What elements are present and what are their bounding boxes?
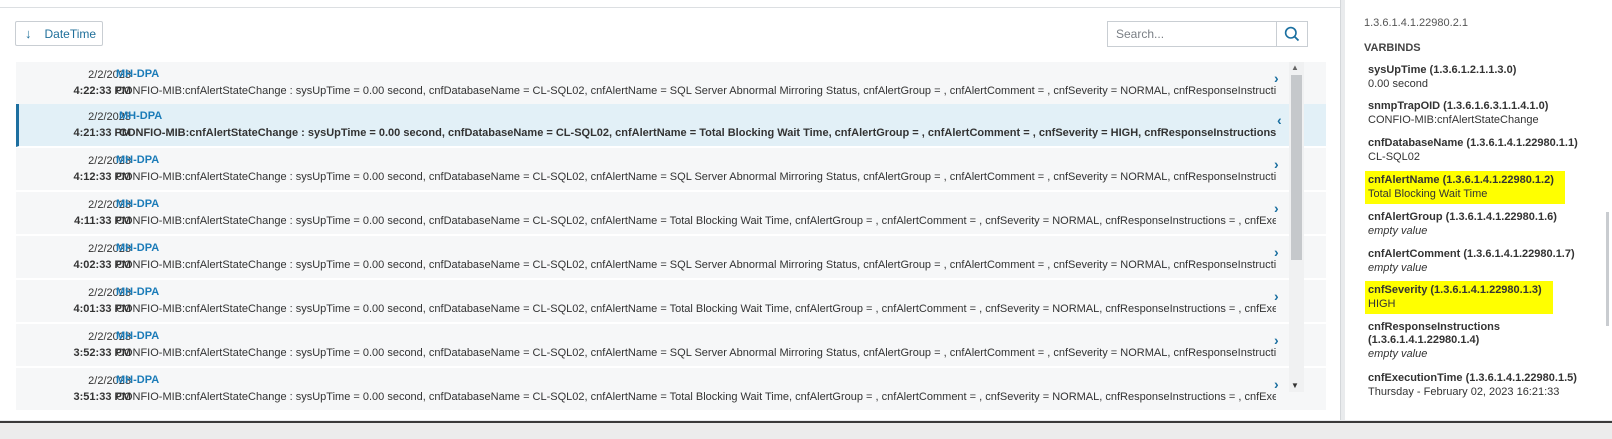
- varbind-name: cnfExecutionTime (1.3.6.1.4.1.22980.1.5): [1368, 372, 1577, 384]
- row-source-link[interactable]: MH-DPA: [116, 286, 159, 298]
- row-message: CONFIO-MIB:cnfAlertStateChange : sysUpTi…: [116, 391, 1276, 403]
- search-input[interactable]: [1108, 22, 1276, 46]
- table-row[interactable]: 2/2/2023 4:02:33 PM MH-DPA CONFIO-MIB:cnfAl…: [16, 236, 1326, 279]
- chevron-right-icon[interactable]: ›: [1274, 70, 1279, 86]
- bottom-edge: [0, 421, 1612, 439]
- row-message: CONFIO-MIB:cnfAlertStateChange : sysUpTi…: [116, 259, 1276, 271]
- row-source-link[interactable]: MH-DPA: [116, 68, 159, 80]
- row-message: CONFIO-MIB:cnfAlertStateChange : sysUpTi…: [116, 303, 1276, 315]
- varbind-name: snmpTrapOID (1.3.6.1.6.3.1.1.4.1.0): [1368, 100, 1549, 112]
- varbind-name: cnfDatabaseName (1.3.6.1.4.1.22980.1.1): [1368, 137, 1578, 149]
- varbind-item: cnfResponseInstructions (1.3.6.1.4.1.229…: [1368, 321, 1528, 361]
- search-button[interactable]: [1276, 22, 1307, 46]
- varbind-value: empty value: [1368, 262, 1428, 274]
- varbind-name: cnfAlertName (1.3.6.1.4.1.22980.1.2): [1368, 174, 1554, 186]
- chevron-right-icon[interactable]: ›: [1274, 332, 1279, 348]
- arrow-down-icon: ↓: [25, 26, 32, 41]
- varbind-name: cnfResponseInstructions (1.3.6.1.4.1.229…: [1368, 321, 1501, 346]
- trap-list: 2/2/2023 4:22:33 PM MH-DPA CONFIO-MIB:cnfAl…: [16, 62, 1326, 410]
- scrollbar-thumb[interactable]: [1291, 75, 1302, 260]
- row-source-link[interactable]: MH-DPA: [116, 374, 159, 386]
- sort-datetime-button[interactable]: ↓ DateTime: [15, 21, 103, 46]
- row-source-link[interactable]: MH-DPA: [116, 330, 159, 342]
- varbind-item: cnfAlertComment (1.3.6.1.4.1.22980.1.7) e…: [1368, 248, 1575, 275]
- trap-details-panel: 1.3.6.1.4.1.22980.2.1 VARBINDS sysUpTime…: [1345, 0, 1612, 420]
- table-row[interactable]: 2/2/2023 4:01:33 PM MH-DPA CONFIO-MIB:cnfAl…: [16, 280, 1326, 323]
- varbind-item: cnfAlertName (1.3.6.1.4.1.22980.1.2) Tota…: [1365, 171, 1565, 204]
- varbind-value: empty value: [1368, 225, 1428, 237]
- chevron-right-icon[interactable]: ›: [1274, 288, 1279, 304]
- table-row[interactable]: 2/2/2023 3:52:33 PM MH-DPA CONFIO-MIB:cnfAl…: [16, 324, 1326, 367]
- row-message: CONFIO-MIB:cnfAlertStateChange : sysUpTi…: [116, 171, 1276, 183]
- scroll-up-icon[interactable]: ▲: [1291, 63, 1299, 72]
- scroll-down-icon[interactable]: ▼: [1291, 381, 1299, 390]
- varbind-name: cnfSeverity (1.3.6.1.4.1.22980.1.3): [1368, 284, 1542, 296]
- varbind-value: CL-SQL02: [1368, 151, 1420, 163]
- chevron-right-icon[interactable]: ›: [1274, 376, 1279, 392]
- chevron-right-icon[interactable]: ›: [1274, 200, 1279, 216]
- varbind-value: Total Blocking Wait Time: [1368, 188, 1488, 200]
- search-icon: [1284, 26, 1300, 42]
- varbinds-heading: VARBINDS: [1364, 42, 1421, 54]
- chevron-right-icon[interactable]: ›: [1274, 156, 1279, 172]
- search-box: [1107, 21, 1308, 47]
- varbind-item: cnfSeverity (1.3.6.1.4.1.22980.1.3) HIGH: [1365, 281, 1553, 314]
- varbind-item: cnfExecutionTime (1.3.6.1.4.1.22980.1.5)…: [1368, 372, 1577, 399]
- varbind-item: sysUpTime (1.3.6.1.2.1.1.3.0) 0.00 second: [1368, 64, 1516, 91]
- row-message: CONFIO-MIB:cnfAlertStateChange : sysUpTi…: [116, 347, 1276, 359]
- trap-list-panel: ↓ DateTime 2/2/20234:22:33 PMMH-DPACONFI…: [0, 0, 1341, 420]
- varbind-name: cnfAlertComment (1.3.6.1.4.1.22980.1.7): [1368, 248, 1575, 260]
- row-source-link[interactable]: MH-DPA: [116, 154, 159, 166]
- chevron-left-icon[interactable]: ‹: [1277, 112, 1282, 128]
- divider: [0, 7, 1340, 8]
- row-message: CONFIO-MIB:cnfAlertStateChange : sysUpTi…: [116, 85, 1276, 97]
- varbind-value: CONFIO-MIB:cnfAlertStateChange: [1368, 114, 1539, 126]
- table-row[interactable]: 2/2/2023 4:21:33 PM MH-DPA CONFIO-MIB:cnfAl…: [16, 104, 1326, 147]
- table-row[interactable]: 2/2/2023 4:11:33 PM MH-DPA CONFIO-MIB:cnfAl…: [16, 192, 1326, 235]
- row-message: CONFIO-MIB:cnfAlertStateChange : sysUpTi…: [119, 127, 1279, 139]
- sort-label: DateTime: [44, 26, 97, 41]
- chevron-right-icon[interactable]: ›: [1274, 244, 1279, 260]
- varbind-value: Thursday - February 02, 2023 16:21:33: [1368, 386, 1560, 398]
- varbind-item: snmpTrapOID (1.3.6.1.6.3.1.1.4.1.0) CONFI…: [1368, 100, 1548, 127]
- varbind-item: cnfDatabaseName (1.3.6.1.4.1.22980.1.1) C…: [1368, 137, 1578, 164]
- details-scrollbar-thumb[interactable]: [1606, 212, 1609, 326]
- trap-oid: 1.3.6.1.4.1.22980.2.1: [1364, 17, 1468, 29]
- row-source-link[interactable]: MH-DPA: [119, 110, 162, 122]
- varbind-value: HIGH: [1368, 298, 1396, 310]
- row-source-link[interactable]: MH-DPA: [116, 242, 159, 254]
- table-row[interactable]: 2/2/2023 4:12:33 PM MH-DPA CONFIO-MIB:cnfAl…: [16, 148, 1326, 191]
- varbind-item: cnfAlertGroup (1.3.6.1.4.1.22980.1.6) emp…: [1368, 211, 1557, 238]
- row-message: CONFIO-MIB:cnfAlertStateChange : sysUpTi…: [116, 215, 1276, 227]
- varbind-name: sysUpTime (1.3.6.1.2.1.1.3.0): [1368, 64, 1517, 76]
- table-row[interactable]: 2/2/2023 3:51:33 PM MH-DPA CONFIO-MIB:cnfAl…: [16, 368, 1326, 410]
- varbind-name: cnfAlertGroup (1.3.6.1.4.1.22980.1.6): [1368, 211, 1557, 223]
- table-row[interactable]: 2/2/2023 4:22:33 PM MH-DPA CONFIO-MIB:cnfAl…: [16, 62, 1326, 105]
- varbind-value: empty value: [1368, 348, 1428, 360]
- row-source-link[interactable]: MH-DPA: [116, 198, 159, 210]
- varbind-value: 0.00 second: [1368, 78, 1428, 90]
